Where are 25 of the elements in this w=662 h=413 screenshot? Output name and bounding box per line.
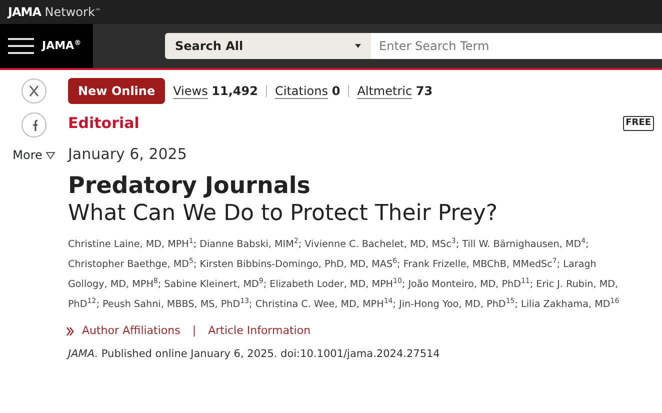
- caret-icon: [355, 44, 361, 48]
- search-field[interactable]: Enter Search Term: [371, 33, 662, 59]
- search-scope-dropdown[interactable]: Search All: [165, 33, 371, 59]
- chevron-icon: [66, 326, 74, 336]
- article-link[interactable]: Author Affiliations: [82, 322, 180, 340]
- link-separator: |: [192, 322, 196, 339]
- article-type: Editorial: [68, 113, 140, 134]
- journal-logo[interactable]: JAMA$^{®}$: [42, 38, 82, 54]
- more-button[interactable]: More: [12, 146, 56, 164]
- metric-link[interactable]: Citations 0: [274, 82, 340, 100]
- caret-icon: [46, 152, 56, 158]
- publication-date: January 6, 2025: [68, 144, 188, 164]
- new-online-badge: New Online: [68, 78, 166, 104]
- facebook-icon[interactable]: [21, 112, 47, 138]
- menu-icon[interactable]: [8, 37, 34, 55]
- author-list: Christine Laine, MD, MPH$^{1}$; Dianne Babski, MIM$^{2}$; Vivienne C. Bachelet, MD, MSc$^{3}$; Till W. Bärnighausen, MD$^{4}$; Christopher Baethge, MD$^{5}$; Kirsten Bibbins-Domingo, PhD, MD, MAS$^{6}$; Frank Frizelle, MBChB, MMedSc$^{7}$; Laragh Gollogy, MD, MPH$^{8}$; Sabine Kleinert, MD$^{9}$; Elizabeth Loder, MD, MPH$^{10}$; João Monteiro, MD, PhD$^{11}$; Eric J. Rubin, MD, PhD$^{12}$; Peush Sahni, MBBS, MS, PhD$^{13}$; Christina C. Wee, MD, MPH$^{14}$; Jin-Hong Yoo, MD, PhD$^{15}$; Lilia Zakhama, MD$^{16}$: [68, 234, 638, 315]
- article-link[interactable]: Article Information: [208, 322, 311, 340]
- free-badge: FREE: [622, 116, 654, 131]
- article-subtitle: What Can We Do to Protect Their Prey?: [68, 200, 499, 227]
- network-logo[interactable]: JAMA Network$^{™}$: [8, 5, 101, 19]
- metric-link[interactable]: Views 11,492: [173, 82, 258, 100]
- metric-link[interactable]: Altmetric 73: [357, 82, 433, 100]
- article-title: Predatory Journals: [68, 173, 312, 201]
- citation-text: JAMA. Published online January 6, 2025. doi:10.1001/jama.2024.27514: [68, 347, 441, 362]
- x-share-icon[interactable]: [21, 78, 47, 104]
